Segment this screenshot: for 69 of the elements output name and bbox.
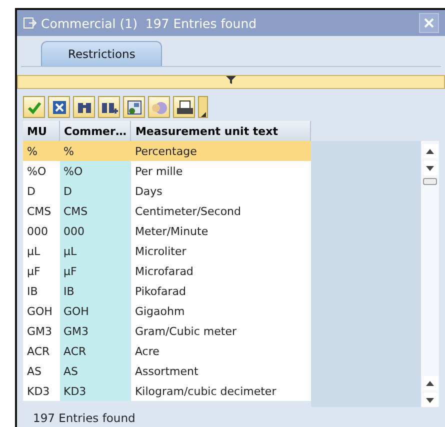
table-cell: %O — [60, 161, 131, 181]
table-cell: CMS — [60, 201, 131, 221]
check-icon-button[interactable] — [23, 96, 45, 118]
table-cell: Centimeter/Second — [130, 201, 310, 221]
table-cell: D — [60, 181, 131, 201]
table-cell: Gigaohm — [130, 301, 310, 321]
table-cell: Assortment — [130, 361, 310, 381]
table-cell: GM3 — [23, 321, 60, 341]
printer-icon — [176, 98, 192, 116]
table-cell: µL — [23, 241, 60, 261]
table-cell: AS — [60, 361, 131, 381]
table-cell: GM3 — [60, 321, 131, 341]
table-cell: 000 — [60, 221, 131, 241]
down-arrow-icon — [426, 166, 434, 170]
table-cell: Meter/Minute — [130, 221, 310, 241]
table-cell: Per mille — [130, 161, 310, 181]
up-arrow-icon — [426, 380, 434, 386]
table-cell: 000 — [23, 221, 60, 241]
cancel-icon-button[interactable] — [48, 96, 70, 118]
table-cell: IB — [60, 281, 131, 301]
table-cell: KD3 — [60, 381, 131, 401]
table-cell: AS — [23, 361, 60, 381]
filter-icon — [226, 76, 236, 84]
binoculars-plus-icon-button[interactable] — [98, 96, 120, 118]
table-cell: IB — [23, 281, 60, 301]
window-title: Commercial (1) 197 Entries found — [41, 16, 257, 30]
column-header[interactable]: Measurement unit text — [130, 121, 310, 141]
scroll-up-button[interactable] — [422, 376, 438, 390]
table-cell: ACR — [23, 341, 60, 361]
column-header[interactable]: MU — [23, 121, 60, 141]
tab[interactable]: Restrictions — [41, 41, 162, 66]
scroll-up-button[interactable] — [422, 144, 438, 158]
table-cell: Microfarad — [130, 261, 310, 281]
close-icon — [424, 18, 434, 28]
up-arrow-icon — [426, 148, 434, 154]
table-cell: Pikofarad — [130, 281, 310, 301]
window-icon — [126, 98, 142, 116]
window-menu-icon — [23, 17, 37, 29]
table-cell: ACR — [60, 341, 131, 361]
scrollbar[interactable] — [421, 141, 439, 407]
scroll-down-button[interactable] — [422, 161, 438, 175]
scroll-down-button[interactable] — [422, 393, 438, 407]
table-cell: µF — [60, 261, 131, 281]
status-text: 197 Entries found — [33, 411, 136, 425]
scroll-thumb[interactable] — [423, 178, 437, 185]
table-cell: Percentage — [130, 141, 310, 161]
cancel-icon — [50, 98, 68, 116]
table-cell: Days — [130, 181, 310, 201]
table-cell: CMS — [23, 201, 60, 221]
binoculars-icon-button[interactable] — [73, 96, 95, 118]
table-cell: D — [23, 181, 60, 201]
table-cell: % — [60, 141, 131, 161]
table-cell: GOH — [60, 301, 131, 321]
table-cell: GOH — [23, 301, 60, 321]
column-header[interactable]: Commer… — [60, 121, 131, 141]
dropdown-button[interactable] — [198, 96, 208, 118]
table-cell: Acre — [130, 341, 310, 361]
window-icon-button[interactable] — [123, 96, 145, 118]
printer-icon-button[interactable] — [173, 96, 195, 118]
table-cell: %O — [23, 161, 60, 181]
table-cell: µF — [23, 261, 60, 281]
down-arrow-icon — [426, 398, 434, 402]
table-cell: Microliter — [130, 241, 310, 261]
table-cell: KD3 — [23, 381, 60, 401]
table-cell: µL — [60, 241, 131, 261]
table-cell: Gram/Cubic meter — [130, 321, 310, 341]
table-cell: % — [23, 141, 60, 161]
table-cell: Kilogram/cubic decimeter — [130, 381, 310, 401]
caret-icon — [200, 112, 206, 117]
